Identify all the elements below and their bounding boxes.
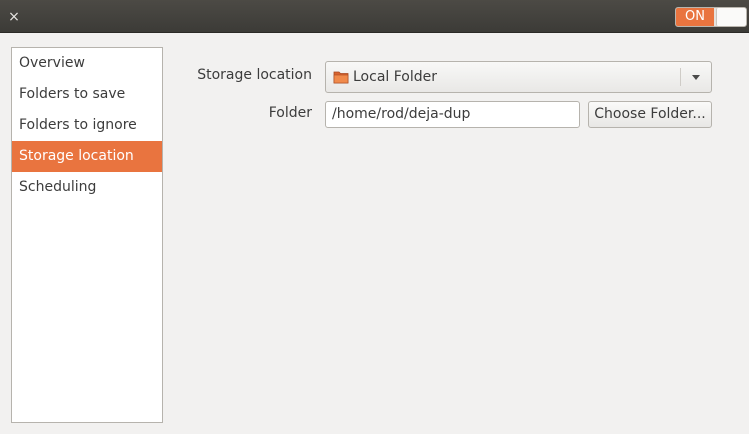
storage-location-dropdown[interactable]: Local Folder bbox=[325, 61, 712, 93]
sidebar-item-folders-to-ignore[interactable]: Folders to ignore bbox=[12, 110, 162, 141]
sidebar-item-folders-to-save[interactable]: Folders to save bbox=[12, 79, 162, 110]
close-button[interactable]: × bbox=[4, 7, 24, 27]
choose-folder-button[interactable]: Choose Folder... bbox=[588, 101, 712, 128]
folder-label: Folder bbox=[268, 105, 312, 121]
chevron-down-icon[interactable] bbox=[692, 75, 700, 80]
sidebar-item-overview[interactable]: Overview bbox=[12, 48, 162, 79]
folder-path-input[interactable]: /home/rod/deja-dup bbox=[325, 101, 580, 128]
sidebar-item-storage-location[interactable]: Storage location bbox=[12, 141, 162, 172]
storage-location-label: Storage location bbox=[197, 67, 312, 83]
storage-location-value: Local Folder bbox=[353, 69, 437, 85]
sidebar-item-scheduling[interactable]: Scheduling bbox=[12, 172, 162, 203]
folder-icon bbox=[333, 71, 349, 84]
backup-toggle-switch[interactable]: ON bbox=[675, 7, 747, 27]
sidebar: Overview Folders to save Folders to igno… bbox=[11, 47, 163, 423]
title-bar: × ON bbox=[0, 0, 749, 33]
switch-on-label: ON bbox=[676, 8, 714, 26]
dropdown-separator bbox=[680, 68, 681, 86]
switch-knob[interactable] bbox=[716, 8, 746, 26]
